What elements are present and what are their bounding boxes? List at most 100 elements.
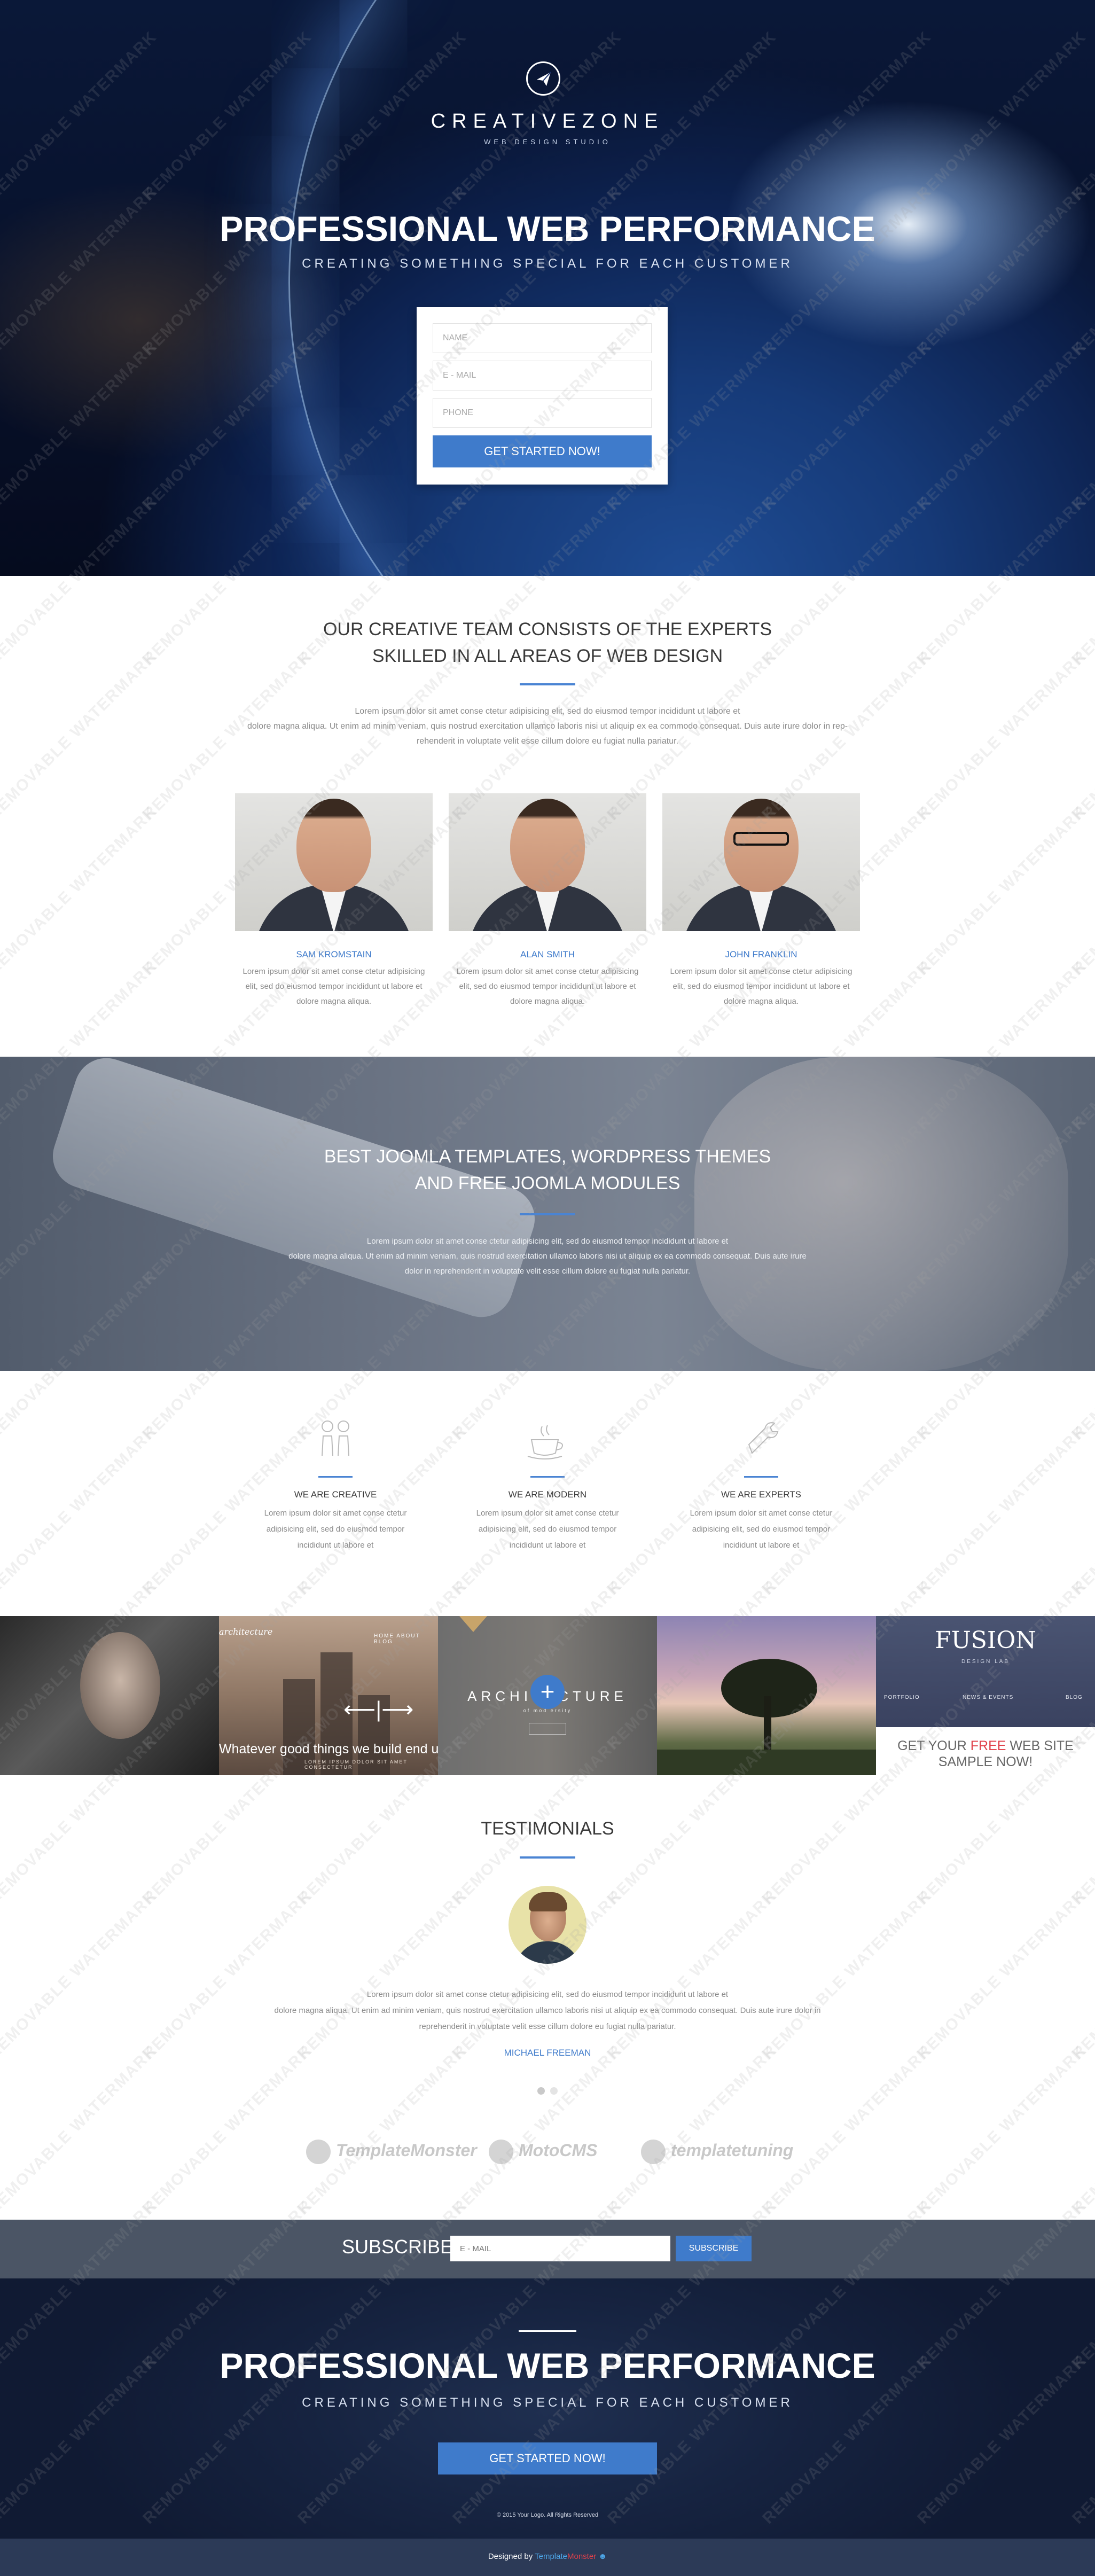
logo-paper-plane-icon[interactable] <box>526 61 560 96</box>
feature-text-line2: adipisicing elit, sed do eiusmod tempor <box>692 1525 831 1534</box>
templatemonster-mascot-icon: ☻ <box>598 2552 607 2561</box>
footer-subtitle: CREATING SOMETHING SPECIAL FOR EACH CUST… <box>302 2395 793 2410</box>
portfolio-tile-architecture-site[interactable]: architecture HOME ABOUT BLOG ⟵|⟶ Whateve… <box>219 1616 438 1775</box>
team-member-photo[interactable] <box>662 793 860 931</box>
feature-text-line3: incididunt ut labore et <box>297 1541 374 1550</box>
phone-field[interactable] <box>433 398 652 428</box>
slider-dot[interactable] <box>550 2087 558 2095</box>
signup-form: GET STARTED NOW! <box>417 307 668 485</box>
fusion-nav-item: PORTFOLIO <box>884 1695 920 1700</box>
removable-watermark-text: REMOVABLE WATERMARK <box>294 2042 470 2218</box>
removable-watermark-text: REMOVABLE WATERMARK <box>294 1887 470 2063</box>
team-member-bio-line3: dolore magna aliqua. <box>723 997 799 1006</box>
hero-title: PROFESSIONAL WEB PERFORMANCE <box>220 209 875 248</box>
band-divider <box>520 1213 575 1215</box>
removable-watermark-text: REMOVABLE WATERMARK <box>914 802 1090 979</box>
removable-watermark-text: REMOVABLE WATERMARK <box>914 1887 1090 2063</box>
removable-watermark-text: REMOVABLE WATERMARK <box>1069 2042 1095 2218</box>
people-icon <box>322 1420 349 1456</box>
hero-subtitle: CREATING SOMETHING SPECIAL FOR EACH CUST… <box>302 256 793 271</box>
subscribe-label: SUBSCRIBE <box>342 2236 453 2258</box>
subscribe-email-field[interactable] <box>450 2236 670 2261</box>
removable-watermark-text: REMOVABLE WATERMARK <box>1069 647 1095 824</box>
copyright-text: © 2015 Your Logo. All Rights Reserved <box>496 2512 599 2518</box>
removable-watermark-text: REMOVABLE WATERMARK <box>1069 802 1095 979</box>
removable-watermark-text: REMOVABLE WATERMARK <box>0 2042 160 2218</box>
brand-tagline: WEB DESIGN STUDIO <box>484 138 611 146</box>
zoom-plus-icon[interactable]: + <box>530 1675 565 1709</box>
portfolio-tile-tree[interactable] <box>657 1616 876 1775</box>
feature-text-line2: adipisicing elit, sed do eiusmod tempor <box>478 1525 617 1534</box>
removable-watermark-text: REMOVABLE WATERMARK <box>139 2042 315 2218</box>
team-member-bio-line2: elit, sed do eiusmod tempor incididunt u… <box>459 982 636 991</box>
portfolio-tile-architecture-hover[interactable]: ARCHITECTURE of mod ersity + <box>438 1616 657 1775</box>
testimonial-text-line2: dolore magna aliqua. Ut enim ad minim ve… <box>274 2006 821 2015</box>
feature-divider <box>530 1476 565 1478</box>
partner-logo-motocms[interactable]: MotoCMS <box>489 2134 598 2166</box>
team-member-photo[interactable] <box>449 793 646 931</box>
free-sample-cta[interactable]: GET YOUR FREE WEB SITE SAMPLE NOW! <box>876 1738 1095 1770</box>
removable-watermark-text: REMOVABLE WATERMARK <box>914 2042 1090 2218</box>
team-member-name[interactable]: ALAN SMITH <box>449 949 646 960</box>
motocms-icon <box>489 2139 513 2164</box>
portfolio-site-headline: Whatever good things we build end u <box>219 1742 438 1757</box>
name-field[interactable] <box>433 323 652 353</box>
footer-divider <box>519 2330 576 2332</box>
testimonial-author: MICHAEL FREEMAN <box>504 2048 591 2058</box>
templatemonster-link-part2[interactable]: Monster <box>567 2552 596 2561</box>
designed-by-credit[interactable]: Designed by TemplateMonster ☻ <box>0 2552 1095 2561</box>
team-member-bio-line2: elit, sed do eiusmod tempor incididunt u… <box>672 982 850 991</box>
testimonial-text-line3: reprehenderit in voluptate velit esse ci… <box>419 2022 676 2031</box>
footer-get-started-button[interactable]: GET STARTED NOW! <box>438 2442 657 2474</box>
feature-text-line1: Lorem ipsum dolor sit amet conse ctetur <box>690 1509 833 1518</box>
portfolio-tile-portrait[interactable] <box>0 1616 219 1775</box>
team-member-name[interactable]: JOHN FRANKLIN <box>662 949 860 960</box>
feature-experts: WE ARE EXPERTS Lorem ipsum dolor sit ame… <box>681 1416 841 1554</box>
get-started-button[interactable]: GET STARTED NOW! <box>433 435 652 467</box>
brand-name[interactable]: CREATIVEZONE <box>0 110 1095 133</box>
portfolio-site-nav: HOME ABOUT BLOG <box>374 1633 420 1645</box>
team-member-name[interactable]: SAM KROMSTAIN <box>235 949 433 960</box>
resize-arrows-icon: ⟵|⟶ <box>343 1697 414 1722</box>
portfolio-tile-fusion[interactable]: FUSION DESIGN LAB PORTFOLIO NEWS & EVENT… <box>876 1616 1095 1775</box>
team-member-card: JOHN FRANKLIN Lorem ipsum dolor sit amet… <box>662 793 860 1009</box>
ribbon-shape <box>459 1616 487 1632</box>
partner-name: TemplateMonster <box>336 2141 477 2160</box>
team-title-line1: OUR CREATIVE TEAM CONSISTS OF THE EXPERT… <box>323 619 772 639</box>
fusion-tagline: DESIGN LAB <box>961 1659 1010 1665</box>
removable-watermark-text: REMOVABLE WATERMARK <box>759 1887 935 2063</box>
cta-free-highlight: FREE <box>970 1738 1006 1753</box>
team-member-card: SAM KROMSTAIN Lorem ipsum dolor sit amet… <box>235 793 433 1009</box>
feature-text-line3: incididunt ut labore et <box>723 1541 800 1550</box>
removable-watermark-text: REMOVABLE WATERMARK <box>0 1887 160 2063</box>
cta-text: GET YOUR <box>897 1738 971 1753</box>
partner-logo-templatetuning[interactable]: templatetuning <box>641 2134 793 2166</box>
team-member-card: ALAN SMITH Lorem ipsum dolor sit amet co… <box>449 793 646 1009</box>
portfolio-view-button[interactable] <box>529 1723 566 1735</box>
subscribe-bar: SUBSCRIBE SUBSCRIBE <box>0 2220 1095 2278</box>
team-member-photo[interactable] <box>235 793 433 931</box>
fusion-nav-item: BLOG <box>1066 1695 1083 1700</box>
footer-title: PROFESSIONAL WEB PERFORMANCE <box>220 2346 875 2385</box>
email-field[interactable] <box>433 361 652 391</box>
band-text-line1: Lorem ipsum dolor sit amet conse ctetur … <box>366 1237 729 1246</box>
feature-creative: WE ARE CREATIVE Lorem ipsum dolor sit am… <box>255 1416 416 1554</box>
team-intro-line2: dolore magna aliqua. Ut enim ad minim ve… <box>247 722 848 731</box>
band-text-line2: dolore magna aliqua. Ut enim ad minim ve… <box>288 1252 807 1261</box>
templatemonster-link-part1[interactable]: Template <box>535 2552 567 2561</box>
removable-watermark-text: REMOVABLE WATERMARK <box>449 2042 625 2218</box>
team-divider <box>520 683 575 685</box>
cta-text: WEB SITE <box>1006 1738 1074 1753</box>
band-text-line3: dolor in reprehenderit in voluptate veli… <box>404 1267 691 1276</box>
slider-dot-active[interactable] <box>537 2087 545 2095</box>
partner-logo-templatemonster[interactable]: TemplateMonster <box>306 2134 477 2166</box>
hand-image <box>694 1057 1068 1371</box>
portfolio-site-subline: LOREM IPSUM DOLOR SIT AMET CONSECTETUR <box>304 1759 408 1770</box>
removable-watermark-text: REMOVABLE WATERMARK <box>914 647 1090 824</box>
team-intro-line1: Lorem ipsum dolor sit amet conse ctetur … <box>355 707 740 716</box>
team-member-bio-line3: dolore magna aliqua. <box>296 997 372 1006</box>
subscribe-button[interactable]: SUBSCRIBE <box>676 2236 752 2261</box>
removable-watermark-text: REMOVABLE WATERMARK <box>604 2042 780 2218</box>
feature-text-line2: adipisicing elit, sed do eiusmod tempor <box>266 1525 405 1534</box>
band-title-line2: AND FREE JOOMLA MODULES <box>414 1173 681 1193</box>
